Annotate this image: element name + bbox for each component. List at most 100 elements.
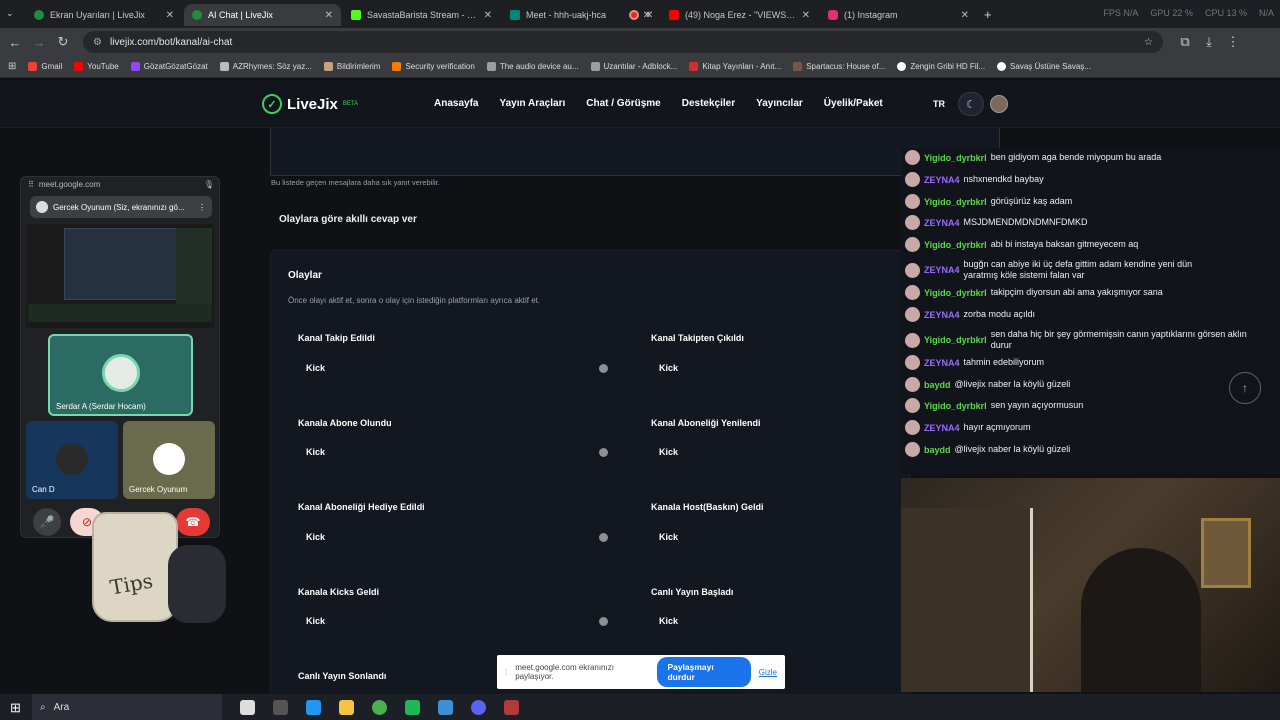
chat-avatar[interactable] (905, 150, 920, 165)
hide-notice-button[interactable]: Gizle (759, 668, 777, 677)
chat-avatar[interactable] (905, 377, 920, 392)
participant-tile-serdar[interactable]: Serdar A (Serdar Hocam) (48, 334, 193, 416)
drag-handle-icon[interactable]: ⁞ (505, 668, 507, 677)
hang-up-icon[interactable]: ☎ (176, 508, 210, 536)
chat-avatar[interactable] (905, 420, 920, 435)
chat-avatar[interactable] (905, 398, 920, 413)
chat-avatar[interactable] (905, 442, 920, 457)
bookmark-savas[interactable]: Savaş Üstüne Savaş... (997, 62, 1091, 71)
new-tab-button[interactable]: + (984, 7, 992, 22)
chat-username[interactable]: ZEYNA4 (924, 175, 960, 185)
chat-username[interactable]: Yigido_dyrbkrl (924, 240, 987, 250)
scroll-up-button[interactable]: ↑ (1229, 372, 1261, 404)
drag-handle-icon[interactable]: ⠿ (28, 180, 34, 189)
store-icon[interactable] (306, 699, 321, 715)
bookmark-audio[interactable]: The audio device au... (486, 62, 579, 71)
event-platform-row[interactable]: Kick (298, 355, 616, 381)
bookmark-gmail[interactable]: Gmail (28, 62, 62, 71)
language-selector[interactable]: TR (933, 99, 945, 109)
platform-toggle[interactable] (599, 364, 608, 373)
chat-username[interactable]: ZEYNA4 (924, 358, 960, 368)
chat-avatar[interactable] (905, 172, 920, 187)
bookmark-gozat[interactable]: GözatGözatGözat (130, 62, 208, 71)
chat-username[interactable]: Yigido_dyrbkrl (924, 335, 987, 345)
chat-username[interactable]: Yigido_dyrbkrl (924, 401, 987, 411)
stop-sharing-button[interactable]: Paylaşmayı durdur (657, 657, 751, 687)
bookmark-security[interactable]: Security verification (392, 62, 475, 71)
close-tab-icon[interactable]: ✕ (325, 10, 333, 21)
smart-reply-toggle-label[interactable]: Olaylara göre akıllı cevap ver (279, 214, 417, 225)
close-tab-icon[interactable]: ✕ (802, 10, 810, 21)
extensions-icon[interactable]: ⧉ (1173, 30, 1197, 54)
chat-avatar[interactable] (905, 237, 920, 252)
participant-tile-can[interactable]: Can D (26, 421, 118, 499)
mic-toggle-icon[interactable]: 🎤 (33, 508, 61, 536)
event-platform-row[interactable]: Kick (298, 524, 616, 550)
chat-username[interactable]: ZEYNA4 (924, 423, 960, 433)
close-tab-icon[interactable]: ✕ (484, 10, 492, 21)
chat-username[interactable]: baydd (924, 445, 951, 455)
chat-username[interactable]: ZEYNA4 (924, 218, 960, 228)
nav-anasayfa[interactable]: Anasayfa (434, 98, 478, 109)
bookmark-azrhymes[interactable]: AZRhymes: Söz yaz... (219, 62, 312, 71)
vpn-icon[interactable] (438, 699, 453, 715)
app-icon[interactable] (405, 699, 420, 715)
chat-avatar[interactable] (905, 355, 920, 370)
close-tab-icon[interactable]: ✕ (961, 10, 969, 21)
chat-username[interactable]: Yigido_dyrbkrl (924, 197, 987, 207)
site-info-icon[interactable]: ⚙ (93, 37, 102, 48)
bookmark-bildirimlerim[interactable]: Bildirimlerim (323, 62, 380, 71)
bookmark-youtube[interactable]: YouTube (74, 62, 119, 71)
bookmark-kitap[interactable]: Kitap Yayınları - Anıt... (689, 62, 781, 71)
close-tab-icon[interactable]: ✕ (166, 10, 174, 21)
bookmark-star-icon[interactable]: ☆ (1144, 37, 1153, 48)
tab-youtube[interactable]: (49) Noga Erez - "VIEWS (feat. ✕ (661, 4, 818, 26)
discord-icon[interactable] (471, 699, 486, 715)
nav-yayincilar[interactable]: Yayıncılar (756, 98, 803, 109)
participant-tile-gercek[interactable]: Gercek Oyunum (123, 421, 215, 499)
reload-icon[interactable]: ↻ (51, 30, 75, 54)
event-platform-row[interactable]: Kick (298, 608, 616, 634)
theme-toggle-moon-icon[interactable]: ☾ (958, 92, 984, 116)
download-icon[interactable]: ⤓ (1197, 30, 1221, 54)
tab-recording[interactable]: ✕ (621, 4, 661, 26)
taskbar-search[interactable]: ⌕ Ara (32, 694, 222, 720)
livejix-app-icon[interactable] (273, 699, 288, 715)
chat-username[interactable]: ZEYNA4 (924, 265, 960, 275)
tab-search-icon[interactable]: ⌄ (6, 8, 14, 19)
close-tab-icon[interactable]: ✕ (645, 10, 653, 21)
livejix-logo[interactable]: ✓ LiveJix BETA (262, 94, 358, 114)
task-view-icon[interactable] (240, 699, 255, 715)
nav-yayin-araclari[interactable]: Yayın Araçları (499, 98, 565, 109)
chrome-icon[interactable] (372, 699, 387, 715)
chat-username[interactable]: ZEYNA4 (924, 310, 960, 320)
chat-avatar[interactable] (905, 194, 920, 209)
tab-instagram[interactable]: (1) Instagram ✕ (820, 4, 977, 26)
nav-destekciler[interactable]: Destekçiler (682, 98, 735, 109)
tab-kick-stream[interactable]: SavastaBarista Stream - Watch ✕ (343, 4, 500, 26)
address-bar[interactable]: ⚙ livejix.com/bot/kanal/ai-chat ☆ (83, 31, 1163, 53)
tab-ekran-uyarilari[interactable]: Ekran Uyarıları | LiveJix ✕ (26, 4, 182, 26)
archive-icon[interactable] (504, 699, 519, 715)
tab-ai-chat[interactable]: AI Chat | LiveJix ✕ (184, 4, 341, 26)
apps-grid-icon[interactable]: ⊞ (8, 61, 16, 72)
chat-username[interactable]: Yigido_dyrbkrl (924, 153, 987, 163)
nav-chat-gorusme[interactable]: Chat / Görüşme (586, 98, 660, 109)
chat-avatar[interactable] (905, 307, 920, 322)
bookmark-adblock[interactable]: Uzantılar - Adblock... (590, 62, 677, 71)
chat-avatar[interactable] (905, 285, 920, 300)
menu-kebab-icon[interactable]: ⋮ (1221, 30, 1245, 54)
event-platform-row[interactable]: Kick (298, 439, 616, 465)
more-options-icon[interactable]: ⋮ (198, 203, 206, 212)
chat-avatar[interactable] (905, 332, 920, 348)
chat-username[interactable]: Yigido_dyrbkrl (924, 288, 987, 298)
nav-uyelik-paket[interactable]: Üyelik/Paket (824, 98, 883, 109)
forward-arrow-icon[interactable]: → (27, 30, 51, 54)
platform-toggle[interactable] (599, 448, 608, 457)
platform-toggle[interactable] (599, 617, 608, 626)
file-explorer-icon[interactable] (339, 699, 354, 715)
bookmark-spartacus[interactable]: Spartacus: House of... (793, 62, 885, 71)
platform-toggle[interactable] (599, 533, 608, 542)
user-avatar[interactable] (990, 95, 1008, 113)
chat-username[interactable]: baydd (924, 380, 951, 390)
